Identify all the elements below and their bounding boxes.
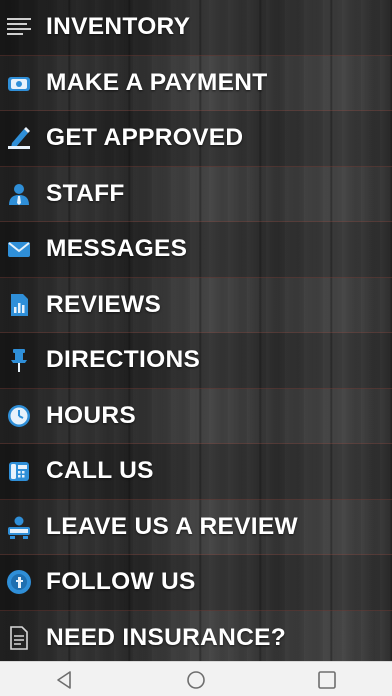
menu-item-label: NEED INSURANCE? <box>46 624 286 652</box>
menu-item-hours[interactable]: HOURS <box>0 388 392 444</box>
review-person-icon <box>6 514 32 540</box>
menu-item-get-approved[interactable]: GET APPROVED <box>0 111 392 167</box>
back-button[interactable] <box>45 665 85 695</box>
menu-item-label: GET APPROVED <box>46 124 244 152</box>
menu-item-need-insurance[interactable]: NEED INSURANCE? <box>0 610 392 666</box>
menu-item-make-a-payment[interactable]: MAKE A PAYMENT <box>0 55 392 111</box>
home-icon <box>185 669 207 691</box>
menu-item-label: MAKE A PAYMENT <box>46 68 268 96</box>
person-icon <box>6 181 32 207</box>
menu-item-messages[interactable]: MESSAGES <box>0 222 392 278</box>
recent-apps-button[interactable] <box>307 665 347 695</box>
menu-item-label: DIRECTIONS <box>46 346 201 374</box>
menu-item-reviews[interactable]: REVIEWS <box>0 277 392 333</box>
menu-item-staff[interactable]: STAFF <box>0 166 392 222</box>
menu-item-inventory[interactable]: INVENTORY <box>0 0 392 56</box>
clock-icon <box>6 403 32 429</box>
envelope-icon <box>6 236 32 262</box>
document-icon <box>6 625 32 651</box>
menu-item-label: STAFF <box>46 179 125 207</box>
recent-apps-icon <box>316 669 338 691</box>
menu-item-call-us[interactable]: CALL US <box>0 444 392 500</box>
main-menu: INVENTORY MAKE A PAYMENT GET APPROVED ST… <box>0 0 392 666</box>
payment-card-icon <box>6 70 32 96</box>
pen-sign-icon <box>6 125 32 151</box>
menu-item-leave-us-a-review[interactable]: LEAVE US A REVIEW <box>0 499 392 555</box>
menu-item-label: CALL US <box>46 457 154 485</box>
menu-item-label: REVIEWS <box>46 290 162 318</box>
menu-item-label: HOURS <box>46 401 136 429</box>
menu-item-label: LEAVE US A REVIEW <box>46 512 298 540</box>
menu-item-follow-us[interactable]: FOLLOW US <box>0 555 392 611</box>
menu-item-label: FOLLOW US <box>46 568 196 596</box>
pushpin-icon <box>6 347 32 373</box>
menu-item-label: MESSAGES <box>46 235 188 263</box>
facebook-icon <box>6 569 32 595</box>
home-button[interactable] <box>176 665 216 695</box>
app-screen: INVENTORY MAKE A PAYMENT GET APPROVED ST… <box>0 0 392 696</box>
menu-item-label: INVENTORY <box>46 13 191 41</box>
system-nav-bar <box>0 661 392 696</box>
phone-icon <box>6 458 32 484</box>
back-icon <box>54 669 76 691</box>
list-lines-icon <box>6 14 32 40</box>
menu-item-directions[interactable]: DIRECTIONS <box>0 333 392 389</box>
report-chart-icon <box>6 292 32 318</box>
